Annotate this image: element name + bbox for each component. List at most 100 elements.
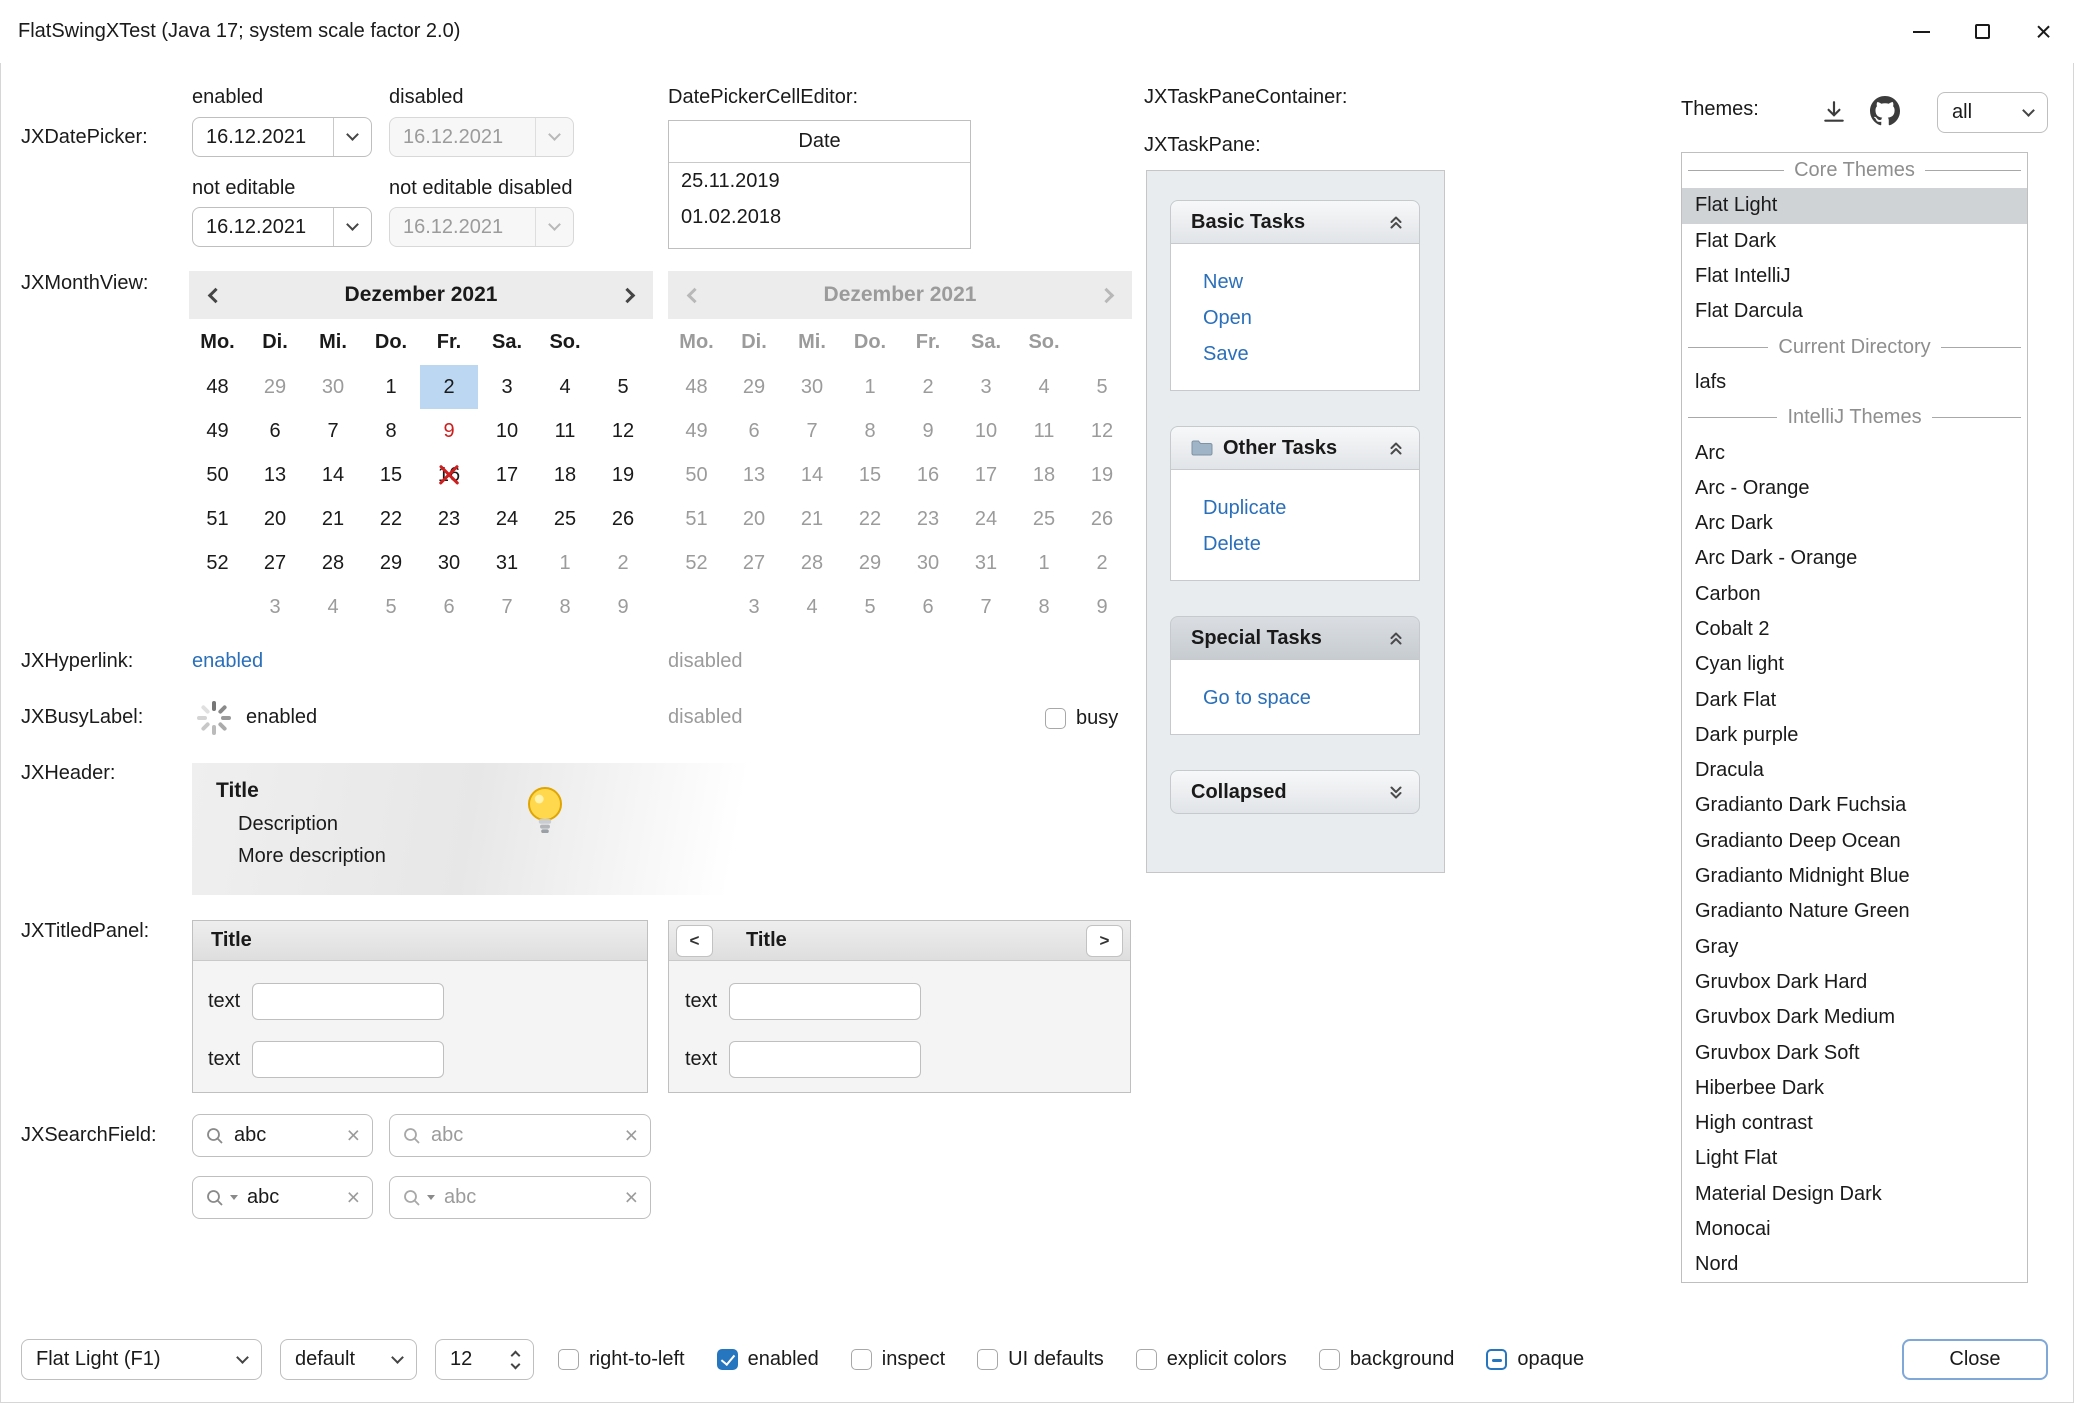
text-input[interactable] — [252, 983, 444, 1020]
calendar-day[interactable]: 29 — [246, 365, 304, 409]
theme-item[interactable]: Gradianto Deep Ocean — [1682, 824, 2027, 859]
calendar-day[interactable]: 15 — [362, 453, 420, 497]
search-field-with-menu[interactable]: abc × — [192, 1176, 373, 1219]
clear-icon[interactable]: × — [347, 1124, 360, 1147]
theme-item[interactable]: Arc - Orange — [1682, 471, 2027, 506]
datepicker-dropdown-button[interactable] — [333, 118, 371, 156]
checkbox-box[interactable] — [1319, 1349, 1340, 1370]
minimize-button[interactable] — [1891, 0, 1952, 63]
theme-item[interactable]: Gradianto Midnight Blue — [1682, 859, 2027, 894]
theme-item[interactable]: Flat IntelliJ — [1682, 259, 2027, 294]
themes-list[interactable]: Core ThemesFlat LightFlat DarkFlat Intel… — [1681, 152, 2028, 1283]
theme-item[interactable]: Arc Dark - Orange — [1682, 541, 2027, 576]
calendar-day[interactable]: 19 — [594, 453, 652, 497]
theme-item[interactable]: Gruvbox Dark Medium — [1682, 1000, 2027, 1035]
theme-item[interactable]: Nord — [1682, 1247, 2027, 1282]
table-row[interactable]: 01.02.2018 — [669, 199, 970, 235]
font-size-spinner[interactable]: 12 — [435, 1339, 534, 1380]
taskpane-header[interactable]: Collapsed — [1170, 770, 1420, 814]
theme-item[interactable]: Dark purple — [1682, 718, 2027, 753]
checkbox-box[interactable] — [1486, 1349, 1507, 1370]
calendar-day[interactable]: 3 — [478, 365, 536, 409]
taskpane-link-new[interactable]: New — [1171, 264, 1419, 300]
calendar-day[interactable]: 9 — [594, 585, 652, 629]
calendar-day[interactable]: 26 — [594, 497, 652, 541]
calendar-prev-button[interactable] — [189, 271, 241, 319]
calendar-day[interactable]: 29 — [362, 541, 420, 585]
spinner-buttons[interactable] — [512, 1352, 533, 1368]
datepicker-dropdown-button[interactable] — [333, 208, 371, 246]
checkbox-right-to-left[interactable]: right-to-left — [558, 1348, 685, 1371]
theme-item[interactable]: Cobalt 2 — [1682, 612, 2027, 647]
laf-combo[interactable]: Flat Light (F1) — [21, 1339, 262, 1380]
calendar-day[interactable]: 8 — [536, 585, 594, 629]
themes-filter-combo[interactable]: all — [1937, 92, 2048, 133]
calendar-day[interactable]: 20 — [246, 497, 304, 541]
theme-item[interactable]: Flat Light — [1682, 188, 2027, 223]
theme-item[interactable]: Dark Flat — [1682, 682, 2027, 717]
calendar-day[interactable]: 5 — [594, 365, 652, 409]
search-menu-icon[interactable] — [205, 1188, 225, 1208]
calendar-day[interactable]: 25 — [536, 497, 594, 541]
calendar-day[interactable]: 6 — [420, 585, 478, 629]
calendar-day[interactable]: 18 — [536, 453, 594, 497]
github-button[interactable] — [1868, 94, 1902, 128]
theme-item[interactable]: Cyan light — [1682, 647, 2027, 682]
taskpane-link-open[interactable]: Open — [1171, 300, 1419, 336]
calendar-day[interactable]: 5 — [362, 585, 420, 629]
calendar-day[interactable]: 23 — [420, 497, 478, 541]
variant-combo[interactable]: default — [280, 1339, 417, 1380]
checkbox-explicit-colors[interactable]: explicit colors — [1136, 1348, 1287, 1371]
calendar-day[interactable]: 14 — [304, 453, 362, 497]
calendar-day[interactable]: 4 — [536, 365, 594, 409]
theme-item[interactable]: High contrast — [1682, 1106, 2027, 1141]
text-input[interactable] — [252, 1041, 444, 1078]
calendar-day[interactable]: 4 — [304, 585, 362, 629]
checkbox-background[interactable]: background — [1319, 1348, 1455, 1371]
calendar-day[interactable]: 22 — [362, 497, 420, 541]
table-row[interactable]: 25.11.2019 — [669, 163, 970, 199]
calendar-next-button[interactable] — [601, 271, 653, 319]
theme-item[interactable]: lafs — [1682, 365, 2027, 400]
calendar-day[interactable]: 13 — [246, 453, 304, 497]
theme-item[interactable]: Gray — [1682, 930, 2027, 965]
checkbox-box[interactable] — [977, 1349, 998, 1370]
theme-item[interactable]: Arc — [1682, 435, 2027, 470]
calendar-day[interactable]: 1 — [362, 365, 420, 409]
taskpane-header[interactable]: Other Tasks — [1170, 426, 1420, 470]
calendar-day[interactable]: 10 — [478, 409, 536, 453]
download-themes-button[interactable] — [1818, 96, 1850, 128]
close-window-button[interactable]: × — [2013, 0, 2074, 63]
close-button[interactable]: Close — [1902, 1339, 2048, 1380]
calendar-day[interactable]: 30 — [420, 541, 478, 585]
checkbox-box[interactable] — [851, 1349, 872, 1370]
checkbox-box[interactable] — [558, 1349, 579, 1370]
theme-item[interactable]: Flat Dark — [1682, 224, 2027, 259]
calendar-day[interactable]: 2 — [420, 365, 478, 409]
checkbox-box[interactable] — [1136, 1349, 1157, 1370]
theme-item[interactable]: Arc Dark — [1682, 506, 2027, 541]
search-value[interactable]: abc — [234, 1124, 338, 1147]
datepicker-enabled[interactable]: 16.12.2021 — [192, 117, 372, 157]
calendar-day[interactable]: 11 — [536, 409, 594, 453]
calendar-day[interactable]: 6 — [246, 409, 304, 453]
spinner-value[interactable]: 12 — [436, 1348, 512, 1371]
maximize-button[interactable] — [1952, 0, 2013, 63]
panel-next-button[interactable]: > — [1086, 925, 1123, 957]
text-input[interactable] — [729, 983, 921, 1020]
hyperlink-enabled[interactable]: enabled — [192, 650, 263, 673]
theme-item[interactable]: Gruvbox Dark Hard — [1682, 965, 2027, 1000]
calendar-day[interactable]: 3 — [246, 585, 304, 629]
text-input[interactable] — [729, 1041, 921, 1078]
checkbox-enabled[interactable]: enabled — [717, 1348, 819, 1371]
taskpane-header[interactable]: Special Tasks — [1170, 616, 1420, 660]
calendar-day[interactable]: 7 — [304, 409, 362, 453]
calendar-day[interactable]: 2 — [594, 541, 652, 585]
theme-item[interactable]: Gradianto Nature Green — [1682, 894, 2027, 929]
calendar-day[interactable]: 31 — [478, 541, 536, 585]
theme-item[interactable]: Carbon — [1682, 577, 2027, 612]
theme-item[interactable]: Flat Darcula — [1682, 294, 2027, 329]
clear-icon[interactable]: × — [347, 1186, 360, 1209]
datepicker-not-editable[interactable]: 16.12.2021 — [192, 207, 372, 247]
theme-item[interactable]: Hiberbee Dark — [1682, 1071, 2027, 1106]
